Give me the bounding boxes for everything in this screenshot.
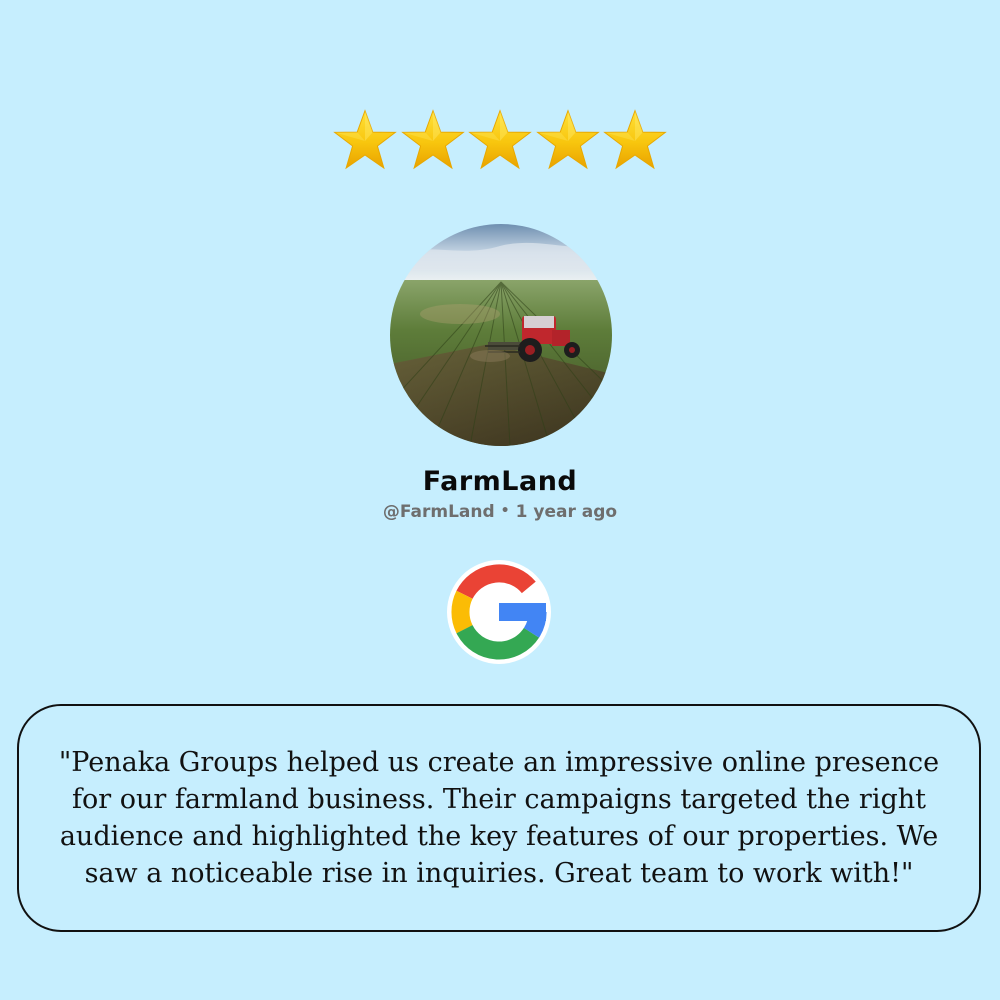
- review-line: "Penaka Groups helped us create an impre…: [58, 747, 940, 778]
- reviewer-handle[interactable]: @FarmLand: [383, 502, 495, 522]
- star-icon: [467, 108, 533, 174]
- avatar: [390, 224, 612, 446]
- google-g-logo-icon: [447, 560, 551, 664]
- review-text: "Penaka Groups helped us create an impre…: [19, 744, 979, 892]
- star-icon: [332, 108, 398, 174]
- star-icon: [602, 108, 668, 174]
- star-icon: [535, 108, 601, 174]
- farmland-tractor-photo: [390, 224, 612, 446]
- separator-dot: •: [500, 503, 510, 519]
- review-line: audience and highlighted the key feature…: [59, 821, 939, 852]
- reviewer-name: FarmLand: [422, 466, 578, 497]
- review-time: 1 year ago: [515, 502, 618, 522]
- review-line: saw a noticeable rise in inquiries. Grea…: [84, 858, 914, 889]
- review-line: for our farmland business. Their campaig…: [72, 784, 926, 815]
- review-card: "Penaka Groups helped us create an impre…: [17, 704, 981, 932]
- reviewer-meta: @FarmLand • 1 year ago: [0, 502, 1000, 522]
- star-rating: [332, 108, 668, 180]
- star-icon: [400, 108, 466, 174]
